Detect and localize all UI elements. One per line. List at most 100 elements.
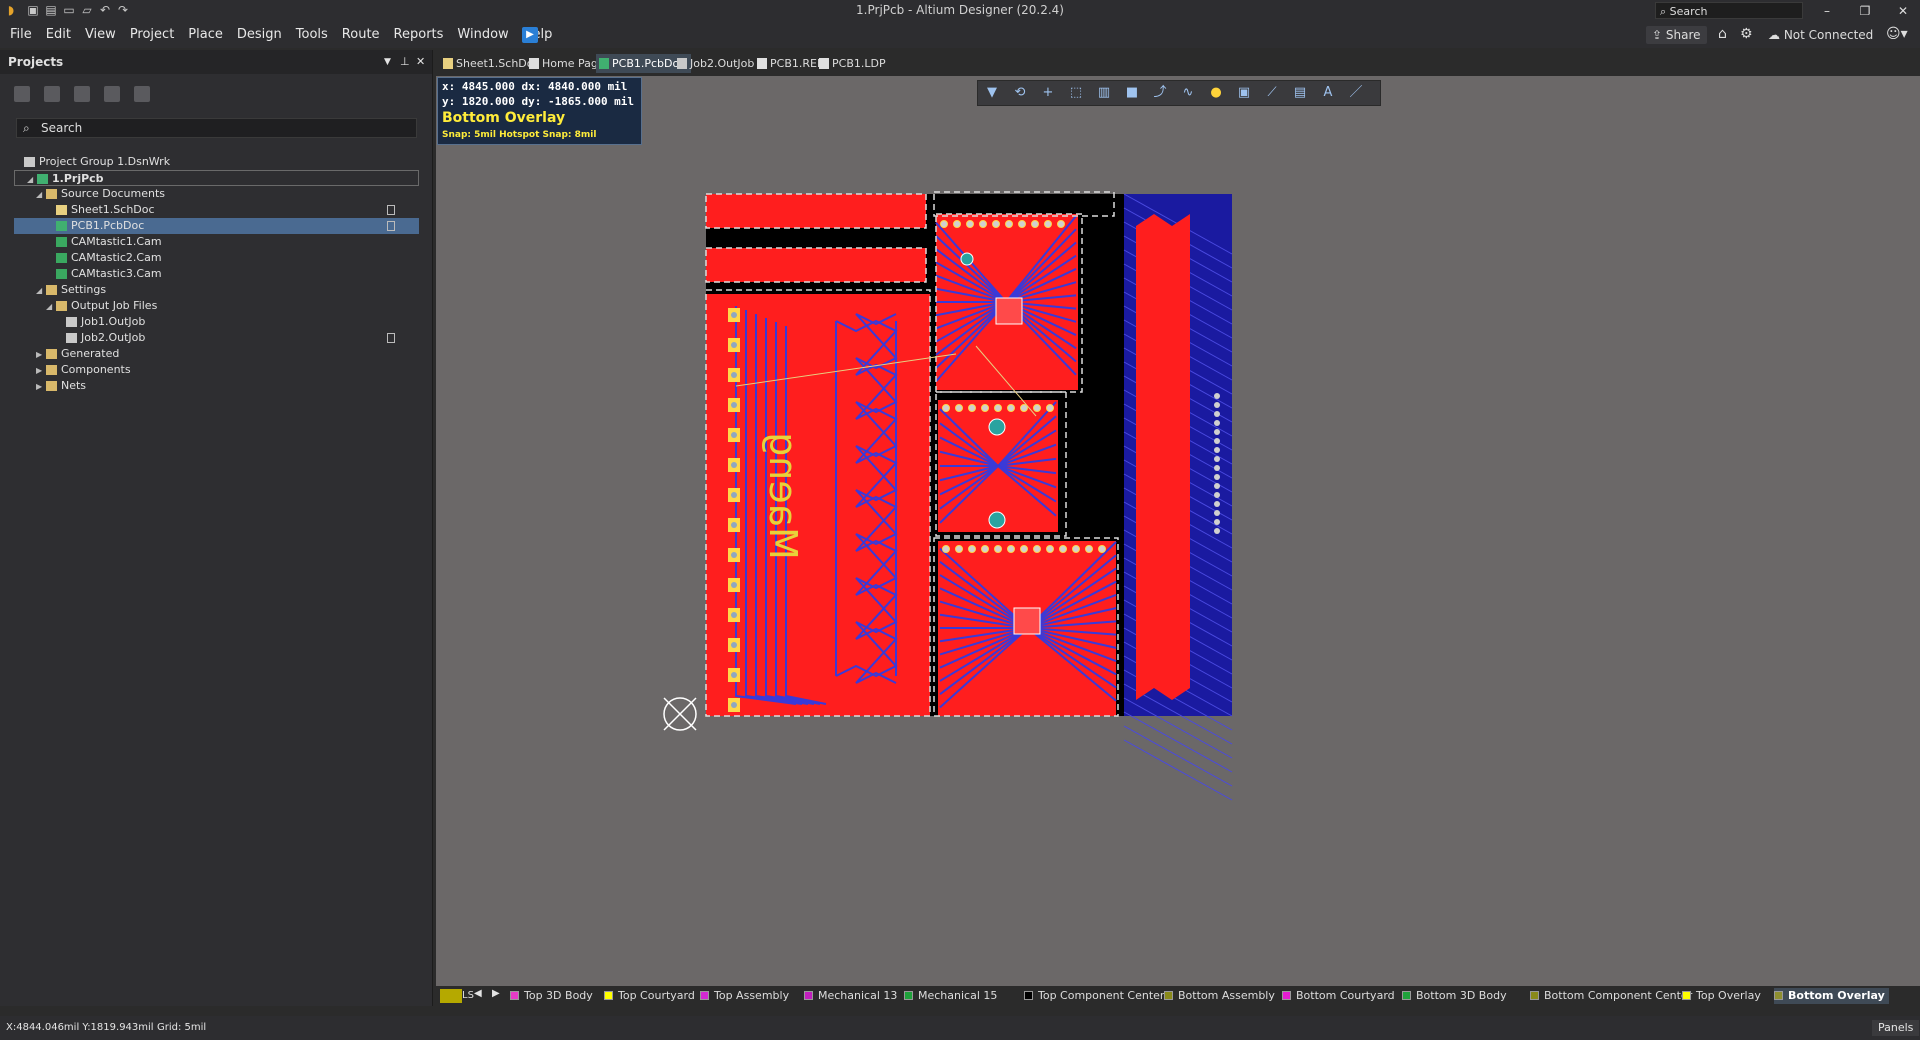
menu-window[interactable]: Window [450, 22, 515, 48]
panels-button[interactable]: Panels [1872, 1020, 1920, 1036]
play-icon[interactable]: ▶ [522, 27, 538, 43]
layer-scroll-left-icon[interactable]: ◀ [474, 988, 482, 999]
tree-expander-icon[interactable]: ◢ [46, 299, 56, 315]
tree-item[interactable]: CAMtastic2.Cam [14, 250, 419, 266]
line-icon[interactable]: ／ [1348, 85, 1364, 101]
pcb-workspace[interactable]: Maeng x: 4845.000 dx: 4840.000 mil y: 18… [436, 76, 1920, 986]
route-icon[interactable]: ⟲ [1012, 85, 1028, 101]
pad [942, 545, 950, 553]
global-search-input[interactable]: ⌕ Search [1655, 2, 1803, 19]
close-button[interactable]: ✕ [1888, 0, 1918, 22]
project-settings-icon[interactable] [134, 86, 150, 102]
menu-design[interactable]: Design [230, 22, 289, 48]
layer-color-swatch [804, 991, 813, 1000]
status-bar: X:4844.046mil Y:1819.943mil Grid: 5mil P… [0, 1016, 1920, 1040]
tree-expander-icon[interactable]: ▶ [36, 347, 46, 363]
panel-menu-icon[interactable]: ▼ [384, 50, 391, 74]
tree-expander-icon[interactable]: ◢ [36, 283, 46, 299]
close-project-icon[interactable] [104, 86, 120, 102]
menu-view[interactable]: View [78, 22, 123, 48]
tree-item-label: Sheet1.SchDoc [71, 203, 155, 216]
layer-set-label[interactable]: LS [462, 988, 474, 1004]
tree-item[interactable]: Job1.OutJob [14, 314, 419, 330]
component-icon[interactable]: ■ [1124, 85, 1140, 101]
menu-edit[interactable]: Edit [39, 22, 78, 48]
chart-icon[interactable]: ▤ [1292, 85, 1308, 101]
tree-item[interactable]: ◢ Source Documents [14, 186, 419, 202]
tree-item[interactable]: Sheet1.SchDoc [14, 202, 419, 218]
menu-project[interactable]: Project [123, 22, 181, 48]
pad-hole [731, 462, 737, 468]
panel-close-icon[interactable]: ✕ [416, 50, 425, 74]
pad-icon[interactable]: ● [1208, 85, 1224, 101]
save-project-icon[interactable] [14, 86, 30, 102]
tree-expander-icon[interactable]: ◢ [36, 187, 46, 203]
pin-icon[interactable]: ⊥ [400, 50, 410, 74]
connection-status[interactable]: ☁ Not Connected [1768, 26, 1873, 44]
tree-expander-icon[interactable]: ▶ [36, 379, 46, 395]
tree-item[interactable]: ◢ 1.PrjPcb [14, 170, 419, 186]
projects-panel: Projects ▼ ⊥ ✕ ⌕ Search Project Group 1.… [0, 50, 433, 1006]
projects-toolbar [14, 86, 164, 108]
tree-item[interactable]: PCB1.PcbDoc [14, 218, 419, 234]
user-icon[interactable]: ☺▾ [1886, 26, 1908, 42]
cross-icon[interactable]: + [1040, 85, 1056, 101]
layer-tab[interactable]: Top Assembly [700, 988, 789, 1004]
tree-item-label: Generated [61, 347, 120, 360]
tree-item-label: Nets [61, 379, 87, 392]
pad [1007, 545, 1015, 553]
layer-tab[interactable]: Top Courtyard [604, 988, 695, 1004]
doc-tab[interactable]: PCB1.LDP [816, 54, 892, 73]
align-icon[interactable]: ▥ [1096, 85, 1112, 101]
text-icon[interactable]: A [1320, 85, 1336, 101]
menu-file[interactable]: File [3, 22, 39, 48]
tree-item[interactable]: CAMtastic3.Cam [14, 266, 419, 282]
menu-tools[interactable]: Tools [289, 22, 335, 48]
tree-item[interactable]: ◢ Settings [14, 282, 419, 298]
layer-tab[interactable]: Bottom Overlay [1774, 988, 1889, 1004]
tree-item[interactable]: Project Group 1.DsnWrk [14, 154, 419, 170]
filter-icon[interactable]: ▼ [984, 85, 1000, 101]
layer-tab-label: Top Overlay [1696, 989, 1761, 1002]
dimension-icon[interactable]: ⟋ [1264, 85, 1280, 101]
pad [1214, 429, 1220, 435]
tree-expander-icon[interactable]: ▶ [36, 363, 46, 379]
interactive-route-icon[interactable]: ⤴ [1152, 85, 1168, 101]
pad [1214, 483, 1220, 489]
menu-place[interactable]: Place [181, 22, 230, 48]
select-rect-icon[interactable]: ⬚ [1068, 85, 1084, 101]
layer-color-swatch [1164, 991, 1173, 1000]
tree-item[interactable]: Job2.OutJob [14, 330, 419, 346]
menu-bar: File Edit View Project Place Design Tools Route… [0, 22, 1920, 48]
layer-tab[interactable]: Bottom Courtyard [1282, 988, 1395, 1004]
layer-tab[interactable]: Top Component Center [1024, 988, 1164, 1004]
tree-item[interactable]: ▶ Generated [14, 346, 419, 362]
layer-tab[interactable]: Bottom 3D Body [1402, 988, 1507, 1004]
layer-tab[interactable]: Top 3D Body [510, 988, 593, 1004]
layer-set-swatch[interactable] [440, 989, 462, 1003]
doc-tab[interactable]: Job2.OutJob [674, 54, 760, 73]
share-button[interactable]: ⇪ Share [1646, 26, 1707, 44]
projects-search-input[interactable]: ⌕ Search [16, 118, 417, 138]
minimize-button[interactable]: – [1812, 0, 1842, 22]
pcb-canvas[interactable]: Maeng [436, 76, 1920, 986]
layer-tab[interactable]: Bottom Component Center [1530, 988, 1692, 1004]
layer-scroll-right-icon[interactable]: ▶ [492, 988, 500, 999]
open-folder-icon[interactable] [74, 86, 90, 102]
layer-tab[interactable]: Bottom Assembly [1164, 988, 1275, 1004]
compile-icon[interactable] [44, 86, 60, 102]
menu-route[interactable]: Route [335, 22, 387, 48]
home-icon[interactable]: ⌂ [1718, 26, 1727, 42]
tree-item[interactable]: ◢ Output Job Files [14, 298, 419, 314]
keepout-icon[interactable]: ▣ [1236, 85, 1252, 101]
tree-item[interactable]: ▶ Nets [14, 378, 419, 394]
diff-pair-icon[interactable]: ∿ [1180, 85, 1196, 101]
layer-tab[interactable]: Mechanical 13 [804, 988, 897, 1004]
layer-tab[interactable]: Mechanical 15 [904, 988, 997, 1004]
layer-tab[interactable]: Top Overlay [1682, 988, 1761, 1004]
restore-button[interactable]: ❐ [1850, 0, 1880, 22]
gear-icon[interactable]: ⚙ [1740, 26, 1753, 42]
tree-item[interactable]: CAMtastic1.Cam [14, 234, 419, 250]
menu-reports[interactable]: Reports [387, 22, 451, 48]
tree-item[interactable]: ▶ Components [14, 362, 419, 378]
